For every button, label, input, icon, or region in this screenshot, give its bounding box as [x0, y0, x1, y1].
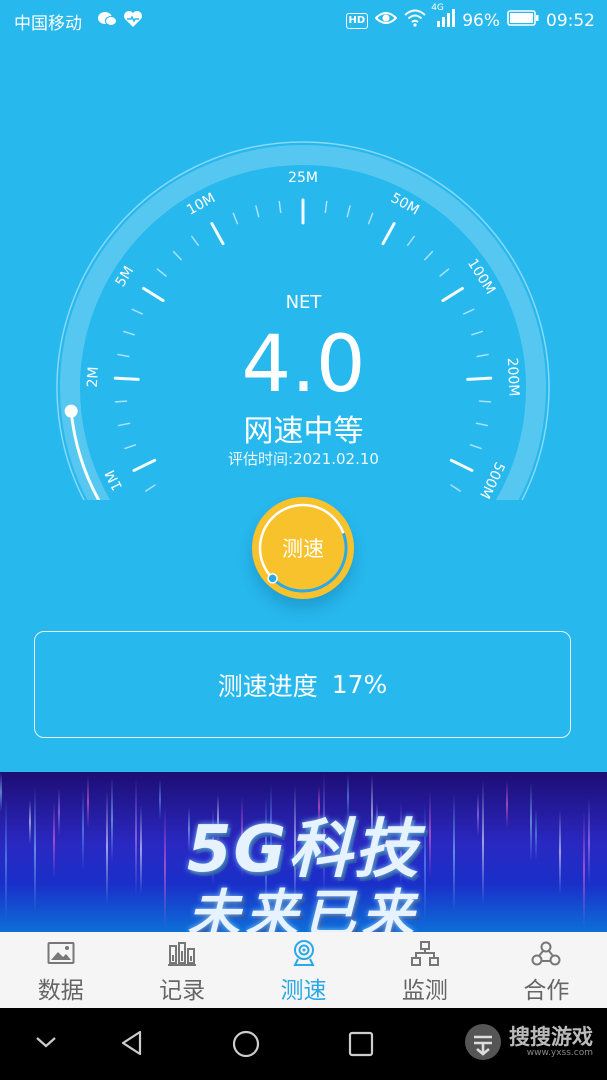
home-circle-icon[interactable] — [231, 1029, 261, 1059]
tab-data[interactable]: 数据 — [0, 932, 121, 1008]
battery-icon — [507, 10, 539, 31]
gauge-minor-tick — [367, 212, 374, 225]
bottom-tab-bar: 数据 记录 测速 监测 合作 — [0, 932, 607, 1008]
wechat-icon — [97, 10, 117, 32]
watermark-logo-icon — [465, 1024, 501, 1060]
gauge-minor-tick — [156, 268, 167, 277]
recent-apps-square-icon[interactable] — [347, 1030, 375, 1058]
bar-chart-icon — [168, 942, 197, 966]
status-bar: 中国移动 HD 4G 96% 09:52 — [0, 0, 607, 40]
watermark-text: 搜搜游戏 — [509, 1025, 593, 1049]
gauge-major-tick — [381, 222, 396, 246]
hide-nav-chevron-icon[interactable] — [34, 1034, 58, 1050]
gauge-minor-tick — [406, 235, 415, 247]
gauge-minor-tick — [232, 212, 239, 225]
gauge-tick-label: 1M — [102, 467, 126, 493]
gauge-minor-tick — [450, 484, 461, 492]
tab-speed-test-label: 测速 — [280, 978, 327, 1004]
evaluation-date: 评估时间:2021.02.10 — [228, 450, 379, 468]
tab-monitor[interactable]: 监测 — [364, 932, 485, 1008]
progress-box: 测速进度 17% — [34, 631, 571, 738]
battery-percent: 96% — [462, 10, 500, 31]
gauge-minor-tick — [439, 268, 450, 277]
tab-cooperation[interactable]: 合作 — [486, 932, 607, 1008]
tab-records-label: 记录 — [159, 978, 206, 1004]
gauge-minor-tick — [424, 250, 434, 261]
webcam-icon — [292, 940, 315, 966]
gauge-major-tick — [210, 222, 225, 246]
tab-monitor-label: 监测 — [401, 978, 448, 1004]
banner-subheadline: 未来已来 — [187, 885, 420, 932]
speed-quality: 网速中等 — [243, 414, 364, 449]
tab-speed-test[interactable]: 测速 — [243, 932, 364, 1008]
ad-banner[interactable]: 5G科技 未来已来 — [0, 772, 607, 932]
gauge-tick-label: 25M — [288, 170, 318, 186]
speed-test-button[interactable]: 测速 — [252, 497, 354, 599]
image-icon — [47, 942, 75, 964]
speed-test-label: 测速 — [282, 537, 324, 561]
gauge-minor-tick — [191, 235, 200, 247]
tab-records[interactable]: 记录 — [121, 932, 242, 1008]
watermark: 搜搜游戏 www.yxss.com — [463, 1022, 593, 1062]
tab-data-label: 数据 — [37, 978, 84, 1004]
network-icon — [410, 941, 439, 966]
signal-icon: 4G — [431, 3, 456, 32]
tab-cooperation-label: 合作 — [523, 978, 570, 1004]
wifi-icon — [404, 9, 426, 32]
gauge-minor-tick — [346, 205, 351, 218]
watermark-url: www.yxss.com — [526, 1048, 593, 1058]
hd-icon: HD — [345, 12, 369, 29]
progress-label: 测速进度 — [217, 671, 318, 701]
speed-value: 4.0 — [241, 320, 366, 410]
gauge-minor-tick — [255, 205, 260, 218]
net-label: NET — [285, 292, 322, 313]
cooperation-icon — [531, 941, 561, 966]
gauge-minor-tick — [145, 484, 156, 492]
gauge-minor-tick — [278, 200, 282, 214]
health-heart-icon — [123, 10, 143, 32]
network-type: 4G — [431, 3, 444, 13]
back-triangle-icon[interactable] — [118, 1029, 146, 1057]
clock: 09:52 — [546, 10, 595, 31]
carrier-name: 中国移动 — [14, 14, 82, 34]
progress-value: 17% — [331, 670, 388, 699]
gauge-minor-tick — [324, 200, 328, 214]
system-navigation-bar: 搜搜游戏 www.yxss.com — [0, 1008, 607, 1080]
button-progress-dot — [267, 573, 278, 584]
gauge-minor-tick — [172, 250, 182, 261]
eye-comfort-icon — [374, 10, 398, 31]
gauge-tick-label: 5M — [113, 264, 138, 290]
